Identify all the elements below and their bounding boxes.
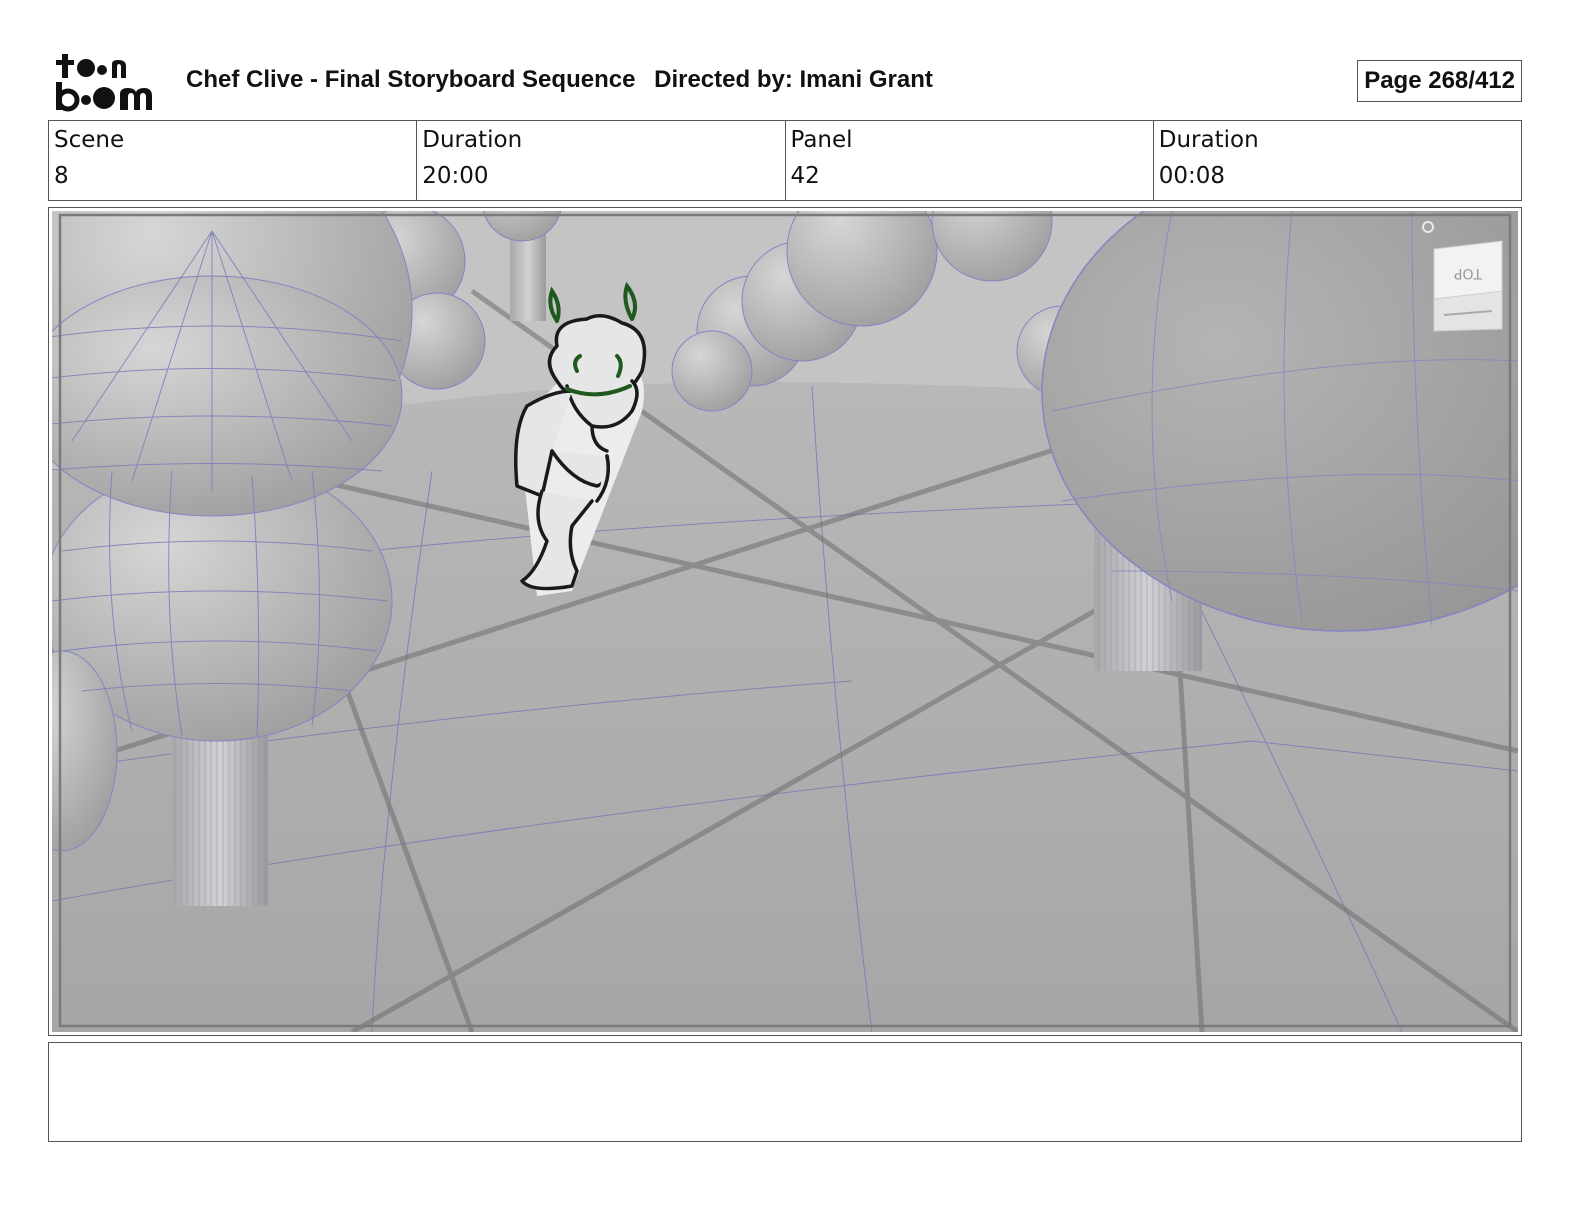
panel-duration-value: 00:08 xyxy=(1158,163,1226,189)
scene-label: Scene xyxy=(54,127,125,153)
panel-value: 42 xyxy=(790,163,820,189)
storyboard-panel-image: TOP xyxy=(52,211,1518,1032)
scene-duration-value: 20:00 xyxy=(422,163,489,189)
scene-duration-cell: Duration 20:00 xyxy=(416,121,784,200)
view-cube-label: TOP xyxy=(1454,265,1483,281)
scene-duration-label: Duration xyxy=(422,127,523,153)
director-credit: Directed by: Imani Grant xyxy=(654,66,933,93)
panel-cell: Panel 42 xyxy=(784,121,1153,200)
scene-cell: Scene 8 xyxy=(49,121,416,200)
project-title: Chef Clive - Final Storyboard Sequence xyxy=(186,66,636,93)
panel-duration-cell: Duration 00:08 xyxy=(1152,121,1521,200)
page-header: Chef Clive - Final Storyboard Sequence D… xyxy=(48,48,1522,114)
scene-info-table: Scene 8 Duration 20:00 Panel 42 Duration… xyxy=(48,120,1522,201)
toonboom-logo xyxy=(52,50,164,112)
document-title: Chef Clive - Final Storyboard Sequence D… xyxy=(186,66,945,94)
storyboard-panel-frame: TOP xyxy=(48,207,1522,1036)
panel-duration-label: Duration xyxy=(1158,127,1259,153)
scene-value: 8 xyxy=(54,163,69,189)
panel-label: Panel xyxy=(790,127,853,153)
page-indicator: Page 268/412 xyxy=(1357,60,1522,102)
panel-notes-box xyxy=(48,1042,1522,1142)
